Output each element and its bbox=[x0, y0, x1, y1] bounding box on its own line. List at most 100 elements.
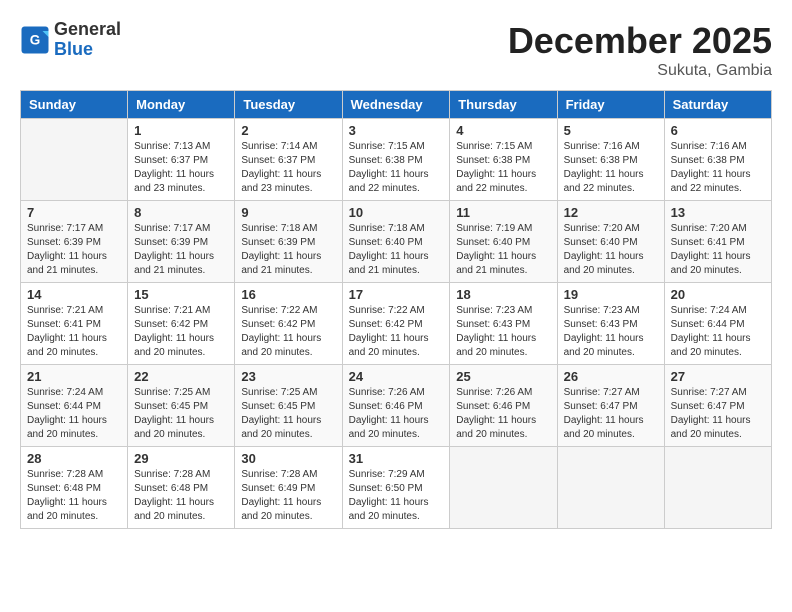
calendar-week-5: 28Sunrise: 7:28 AMSunset: 6:48 PMDayligh… bbox=[21, 447, 772, 529]
calendar-cell: 7 Sunrise: 7:17 AMSunset: 6:39 PMDaylight… bbox=[21, 201, 128, 283]
day-info: Sunrise: 7:15 AMSunset: 6:38 PMDaylight:… bbox=[456, 140, 550, 196]
calendar-cell: 3Sunrise: 7:15 AMSunset: 6:38 PMDaylight… bbox=[342, 119, 450, 201]
column-header-tuesday: Tuesday bbox=[235, 91, 342, 119]
day-info: Sunrise: 7:28 AMSunset: 6:49 PMDaylight:… bbox=[241, 468, 335, 524]
day-number: 20 bbox=[671, 287, 765, 302]
column-header-saturday: Saturday bbox=[664, 91, 771, 119]
day-number: 11 bbox=[456, 205, 550, 220]
day-info: Sunrise: 7:26 AMSunset: 6:46 PMDaylight:… bbox=[456, 386, 550, 442]
day-number: 14 bbox=[27, 287, 121, 302]
day-info: Sunrise: 7:20 AMSunset: 6:40 PMDaylight:… bbox=[564, 222, 658, 278]
day-number: 24 bbox=[349, 369, 444, 384]
calendar-cell: 19 Sunrise: 7:23 AMSunset: 6:43 PMDayligh… bbox=[557, 283, 664, 365]
calendar-cell: 12 Sunrise: 7:20 AMSunset: 6:40 PMDayligh… bbox=[557, 201, 664, 283]
calendar-cell: 11 Sunrise: 7:19 AMSunset: 6:40 PMDayligh… bbox=[450, 201, 557, 283]
calendar-cell: 9 Sunrise: 7:18 AMSunset: 6:39 PMDaylight… bbox=[235, 201, 342, 283]
day-number: 12 bbox=[564, 205, 658, 220]
month-title: December 2025 bbox=[508, 20, 772, 62]
day-info: Sunrise: 7:21 AMSunset: 6:42 PMDaylight:… bbox=[134, 304, 228, 360]
day-info: Sunrise: 7:28 AMSunset: 6:48 PMDaylight:… bbox=[27, 468, 121, 524]
calendar-cell: 31 Sunrise: 7:29 AMSunset: 6:50 PMDayligh… bbox=[342, 447, 450, 529]
day-number: 31 bbox=[349, 451, 444, 466]
title-area: December 2025 Sukuta, Gambia bbox=[508, 20, 772, 80]
day-info: Sunrise: 7:24 AMSunset: 6:44 PMDaylight:… bbox=[27, 386, 121, 442]
day-info: Sunrise: 7:23 AMSunset: 6:43 PMDaylight:… bbox=[456, 304, 550, 360]
day-number: 7 bbox=[27, 205, 121, 220]
day-info: Sunrise: 7:17 AMSunset: 6:39 PMDaylight:… bbox=[134, 222, 228, 278]
calendar-cell: 6 Sunrise: 7:16 AMSunset: 6:38 PMDaylight… bbox=[664, 119, 771, 201]
calendar-cell: 21 Sunrise: 7:24 AMSunset: 6:44 PMDayligh… bbox=[21, 365, 128, 447]
calendar-cell bbox=[450, 447, 557, 529]
day-number: 29 bbox=[134, 451, 228, 466]
calendar-cell: 26Sunrise: 7:27 AMSunset: 6:47 PMDayligh… bbox=[557, 365, 664, 447]
day-number: 18 bbox=[456, 287, 550, 302]
calendar-cell: 4Sunrise: 7:15 AMSunset: 6:38 PMDaylight… bbox=[450, 119, 557, 201]
day-number: 3 bbox=[349, 123, 444, 138]
day-info: Sunrise: 7:23 AMSunset: 6:43 PMDaylight:… bbox=[564, 304, 658, 360]
column-header-friday: Friday bbox=[557, 91, 664, 119]
calendar-week-2: 7 Sunrise: 7:17 AMSunset: 6:39 PMDaylight… bbox=[21, 201, 772, 283]
calendar-cell: 17 Sunrise: 7:22 AMSunset: 6:42 PMDayligh… bbox=[342, 283, 450, 365]
day-number: 6 bbox=[671, 123, 765, 138]
day-number: 23 bbox=[241, 369, 335, 384]
calendar-cell: 16Sunrise: 7:22 AMSunset: 6:42 PMDayligh… bbox=[235, 283, 342, 365]
day-number: 17 bbox=[349, 287, 444, 302]
day-info: Sunrise: 7:27 AMSunset: 6:47 PMDaylight:… bbox=[564, 386, 658, 442]
day-number: 25 bbox=[456, 369, 550, 384]
column-header-thursday: Thursday bbox=[450, 91, 557, 119]
calendar-cell: 24 Sunrise: 7:26 AMSunset: 6:46 PMDayligh… bbox=[342, 365, 450, 447]
day-number: 5 bbox=[564, 123, 658, 138]
calendar-cell: 29 Sunrise: 7:28 AMSunset: 6:48 PMDayligh… bbox=[128, 447, 235, 529]
header: G General Blue December 2025 Sukuta, Gam… bbox=[20, 20, 772, 80]
svg-text:G: G bbox=[30, 32, 41, 47]
calendar-cell bbox=[21, 119, 128, 201]
day-info: Sunrise: 7:16 AMSunset: 6:38 PMDaylight:… bbox=[564, 140, 658, 196]
calendar-cell: 8 Sunrise: 7:17 AMSunset: 6:39 PMDaylight… bbox=[128, 201, 235, 283]
calendar-header-row: SundayMondayTuesdayWednesdayThursdayFrid… bbox=[21, 91, 772, 119]
calendar-cell: 13Sunrise: 7:20 AMSunset: 6:41 PMDayligh… bbox=[664, 201, 771, 283]
calendar-week-4: 21 Sunrise: 7:24 AMSunset: 6:44 PMDayligh… bbox=[21, 365, 772, 447]
logo: G General Blue bbox=[20, 20, 121, 60]
day-number: 15 bbox=[134, 287, 228, 302]
day-info: Sunrise: 7:16 AMSunset: 6:38 PMDaylight:… bbox=[671, 140, 765, 196]
day-number: 22 bbox=[134, 369, 228, 384]
calendar-cell bbox=[557, 447, 664, 529]
calendar-cell: 5 Sunrise: 7:16 AMSunset: 6:38 PMDaylight… bbox=[557, 119, 664, 201]
column-header-sunday: Sunday bbox=[21, 91, 128, 119]
calendar-cell: 18 Sunrise: 7:23 AMSunset: 6:43 PMDayligh… bbox=[450, 283, 557, 365]
calendar-cell: 15 Sunrise: 7:21 AMSunset: 6:42 PMDayligh… bbox=[128, 283, 235, 365]
day-number: 30 bbox=[241, 451, 335, 466]
day-info: Sunrise: 7:25 AMSunset: 6:45 PMDaylight:… bbox=[134, 386, 228, 442]
day-info: Sunrise: 7:19 AMSunset: 6:40 PMDaylight:… bbox=[456, 222, 550, 278]
location: Sukuta, Gambia bbox=[508, 62, 772, 80]
calendar-cell: 20 Sunrise: 7:24 AMSunset: 6:44 PMDayligh… bbox=[664, 283, 771, 365]
day-info: Sunrise: 7:28 AMSunset: 6:48 PMDaylight:… bbox=[134, 468, 228, 524]
day-number: 1 bbox=[134, 123, 228, 138]
day-number: 19 bbox=[564, 287, 658, 302]
day-info: Sunrise: 7:25 AMSunset: 6:45 PMDaylight:… bbox=[241, 386, 335, 442]
day-number: 21 bbox=[27, 369, 121, 384]
day-info: Sunrise: 7:26 AMSunset: 6:46 PMDaylight:… bbox=[349, 386, 444, 442]
day-info: Sunrise: 7:27 AMSunset: 6:47 PMDaylight:… bbox=[671, 386, 765, 442]
calendar-cell: 23 Sunrise: 7:25 AMSunset: 6:45 PMDayligh… bbox=[235, 365, 342, 447]
day-info: Sunrise: 7:29 AMSunset: 6:50 PMDaylight:… bbox=[349, 468, 444, 524]
calendar-cell: 2Sunrise: 7:14 AMSunset: 6:37 PMDaylight… bbox=[235, 119, 342, 201]
calendar-cell: 30 Sunrise: 7:28 AMSunset: 6:49 PMDayligh… bbox=[235, 447, 342, 529]
calendar-cell bbox=[664, 447, 771, 529]
calendar-cell: 22 Sunrise: 7:25 AMSunset: 6:45 PMDayligh… bbox=[128, 365, 235, 447]
day-info: Sunrise: 7:14 AMSunset: 6:37 PMDaylight:… bbox=[241, 140, 335, 196]
day-info: Sunrise: 7:18 AMSunset: 6:40 PMDaylight:… bbox=[349, 222, 444, 278]
calendar-cell: 14Sunrise: 7:21 AMSunset: 6:41 PMDayligh… bbox=[21, 283, 128, 365]
calendar: SundayMondayTuesdayWednesdayThursdayFrid… bbox=[20, 90, 772, 529]
day-info: Sunrise: 7:22 AMSunset: 6:42 PMDaylight:… bbox=[241, 304, 335, 360]
calendar-cell: 10Sunrise: 7:18 AMSunset: 6:40 PMDayligh… bbox=[342, 201, 450, 283]
day-info: Sunrise: 7:22 AMSunset: 6:42 PMDaylight:… bbox=[349, 304, 444, 360]
day-number: 8 bbox=[134, 205, 228, 220]
day-info: Sunrise: 7:18 AMSunset: 6:39 PMDaylight:… bbox=[241, 222, 335, 278]
calendar-cell: 28Sunrise: 7:28 AMSunset: 6:48 PMDayligh… bbox=[21, 447, 128, 529]
logo-icon: G bbox=[20, 25, 50, 55]
calendar-cell: 25 Sunrise: 7:26 AMSunset: 6:46 PMDayligh… bbox=[450, 365, 557, 447]
day-number: 9 bbox=[241, 205, 335, 220]
day-info: Sunrise: 7:24 AMSunset: 6:44 PMDaylight:… bbox=[671, 304, 765, 360]
day-info: Sunrise: 7:17 AMSunset: 6:39 PMDaylight:… bbox=[27, 222, 121, 278]
